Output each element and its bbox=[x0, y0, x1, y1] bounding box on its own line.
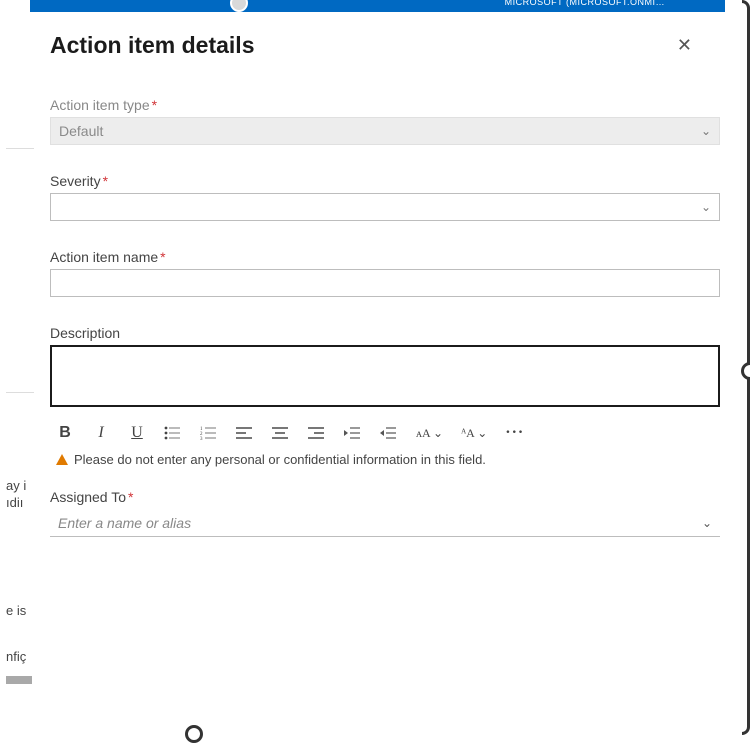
severity-label: Severity* bbox=[50, 173, 720, 189]
warning-text: Please do not enter any personal or conf… bbox=[74, 452, 486, 467]
banner-handle-icon bbox=[230, 0, 248, 12]
chevron-down-icon: ⌄ bbox=[702, 516, 712, 530]
chevron-down-icon: ⌄ bbox=[701, 194, 711, 220]
chevron-down-icon: ⌄ bbox=[701, 118, 711, 144]
warning-message: Please do not enter any personal or conf… bbox=[50, 448, 720, 467]
italic-button[interactable]: I bbox=[92, 424, 110, 442]
required-star-icon: * bbox=[103, 173, 108, 189]
tenant-label: MICROSOFT (MICROSOFT.ONMI… bbox=[505, 0, 665, 7]
action-item-name-input[interactable] bbox=[50, 269, 720, 297]
indent-button[interactable] bbox=[380, 426, 398, 440]
action-item-type-label: Action item type* bbox=[50, 97, 720, 113]
svg-text:3: 3 bbox=[200, 437, 203, 440]
bottom-handle-icon bbox=[185, 725, 203, 743]
font-size-increase-button[interactable]: ᴀA ⌄ bbox=[416, 426, 443, 441]
bg-bar bbox=[6, 676, 32, 684]
bg-text-fragment: nfiç bbox=[6, 649, 26, 664]
align-center-button[interactable] bbox=[272, 426, 290, 440]
action-item-type-select[interactable]: Default ⌄ bbox=[50, 117, 720, 145]
outdent-button[interactable] bbox=[344, 426, 362, 440]
panel-header: Action item details ✕ bbox=[50, 32, 720, 59]
more-options-button[interactable]: ··· bbox=[505, 424, 524, 442]
bold-button[interactable]: B bbox=[56, 424, 74, 442]
bg-text-fragment: e is bbox=[6, 603, 26, 618]
severity-select[interactable]: ⌄ bbox=[50, 193, 720, 221]
align-right-button[interactable] bbox=[308, 426, 326, 440]
required-star-icon: * bbox=[128, 489, 133, 505]
align-left-button[interactable] bbox=[236, 426, 254, 440]
divider bbox=[6, 392, 34, 393]
rich-text-toolbar: B I U 123 ᴀA ⌄ ᴬ bbox=[50, 412, 720, 448]
field-assigned-to: Assigned To* ⌄ bbox=[50, 489, 720, 537]
panel-title: Action item details bbox=[50, 32, 254, 59]
warning-icon bbox=[56, 454, 68, 465]
bullet-list-button[interactable] bbox=[164, 426, 182, 440]
underline-button[interactable]: U bbox=[128, 424, 146, 442]
assigned-to-combobox[interactable]: ⌄ bbox=[50, 509, 720, 537]
field-action-item-name: Action item name* bbox=[50, 249, 720, 297]
close-icon[interactable]: ✕ bbox=[677, 35, 692, 56]
divider bbox=[6, 148, 34, 149]
numbered-list-button[interactable]: 123 bbox=[200, 426, 218, 440]
required-star-icon: * bbox=[160, 249, 165, 265]
description-label: Description bbox=[50, 325, 720, 341]
bg-text-fragment: ıdiı bbox=[6, 495, 23, 510]
field-description: Description B I U 123 bbox=[50, 325, 720, 467]
font-color-button[interactable]: ᴬA ⌄ bbox=[461, 426, 487, 441]
required-star-icon: * bbox=[152, 97, 157, 113]
field-action-item-type: Action item type* Default ⌄ bbox=[50, 97, 720, 145]
assigned-to-input[interactable] bbox=[50, 509, 720, 537]
field-severity: Severity* ⌄ bbox=[50, 173, 720, 221]
action-item-details-panel: Action item details ✕ Action item type* … bbox=[40, 14, 720, 720]
action-item-type-value: Default bbox=[59, 123, 103, 139]
description-textarea[interactable] bbox=[50, 345, 720, 407]
top-banner: MICROSOFT (MICROSOFT.ONMI… bbox=[30, 0, 725, 12]
action-item-name-label: Action item name* bbox=[50, 249, 720, 265]
bg-text-fragment: ay i bbox=[6, 478, 26, 493]
assigned-to-label: Assigned To* bbox=[50, 489, 720, 505]
